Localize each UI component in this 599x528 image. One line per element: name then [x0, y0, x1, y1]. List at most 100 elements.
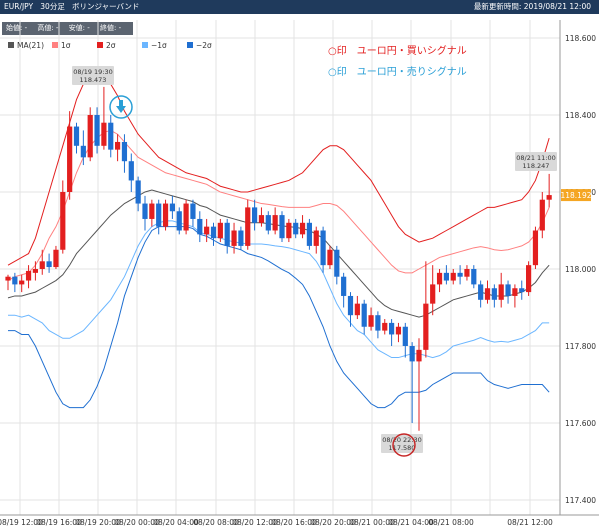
candle-up: [395, 326, 402, 335]
candle-up: [101, 122, 107, 146]
candle-up: [19, 280, 25, 285]
price-callout-text: 118.473: [80, 76, 107, 84]
candle-up: [430, 284, 436, 304]
candle-up: [5, 276, 11, 281]
candle-down: [505, 284, 511, 296]
candle-down: [176, 211, 182, 231]
legend-label[interactable]: −2σ: [196, 41, 212, 50]
candle-up: [162, 203, 169, 227]
candle-down: [347, 295, 354, 316]
candle-up: [450, 272, 456, 281]
price-callout-text: 08/19 19:30: [73, 68, 113, 76]
candle-up: [217, 222, 223, 239]
legend[interactable]: MA(21) 1σ 2σ −1σ −2σ: [8, 41, 212, 50]
candle-down: [334, 249, 340, 277]
candle-up: [512, 288, 518, 296]
y-tick-label: 117.400: [565, 496, 596, 505]
candle-up: [532, 230, 539, 266]
candle-up: [149, 203, 155, 219]
candle-down: [341, 276, 347, 296]
candle-up: [25, 270, 32, 281]
y-tick-label: 118.400: [565, 111, 596, 120]
candle-up: [272, 215, 278, 231]
candles: [5, 86, 552, 431]
candle-up: [39, 261, 45, 269]
candle-up: [60, 192, 66, 250]
legend-label[interactable]: −1σ: [151, 41, 167, 50]
candle-up: [436, 272, 443, 285]
y-tick-label: 117.600: [565, 419, 596, 428]
buy-signal-note: ○印 ユーロ円・買いシグナル: [328, 44, 467, 57]
legend-swatch[interactable]: [97, 42, 103, 48]
y-tick-label: 117.800: [565, 342, 596, 351]
candle-down: [224, 222, 230, 246]
candle-down: [190, 203, 196, 219]
candle-down: [128, 161, 134, 181]
candle-up: [484, 288, 491, 300]
legend-swatch[interactable]: [187, 42, 193, 48]
candle-up: [416, 349, 422, 362]
candle-down: [169, 203, 175, 212]
candlestick-chart: 117.400117.600117.800118.000118.200118.4…: [0, 20, 599, 527]
candle-down: [80, 145, 86, 158]
candle-up: [204, 226, 210, 235]
candle-up: [286, 222, 292, 239]
candle-down: [457, 272, 463, 277]
candle-down: [73, 126, 80, 146]
chart-grid: [0, 20, 560, 515]
legend-swatch[interactable]: [142, 42, 148, 48]
candle-up: [313, 230, 319, 246]
band-lower-2sigma: [8, 226, 550, 409]
candle-down: [238, 230, 244, 246]
candle-down: [265, 215, 271, 231]
candle-up: [464, 269, 470, 277]
price-callout-text: 118.247: [523, 162, 550, 170]
candle-down: [409, 346, 415, 362]
candle-down: [293, 222, 299, 235]
candle-up: [115, 141, 121, 150]
candle-down: [197, 218, 203, 235]
candle-down: [108, 122, 114, 150]
candle-down: [252, 207, 258, 223]
candle-down: [135, 180, 141, 204]
candle-up: [32, 269, 38, 273]
candle-down: [46, 261, 52, 268]
y-tick-label: 118.600: [565, 34, 596, 43]
candle-down: [402, 326, 408, 346]
candle-up: [526, 265, 532, 293]
candle-down: [12, 276, 18, 285]
candle-up: [53, 249, 59, 268]
candle-down: [279, 215, 285, 239]
price-callouts: 08/19 19:30118.473 08/21 11:00118.247 08/2…: [72, 66, 557, 457]
candle-up: [368, 315, 374, 327]
candle-down: [491, 288, 497, 300]
candle-down: [210, 226, 217, 239]
band-lower-1sigma: [8, 220, 550, 359]
legend-swatch[interactable]: [52, 42, 58, 48]
candle-up: [299, 222, 306, 235]
candle-up: [87, 115, 93, 158]
candle-up: [231, 230, 237, 246]
price-callout-text: 08/20 22:30: [382, 436, 422, 444]
candle-down: [361, 303, 367, 327]
legend-label[interactable]: 2σ: [106, 41, 116, 50]
y-tick-label: 118.000: [565, 265, 596, 274]
price-callout-text: 08/21 11:00: [516, 154, 556, 162]
candle-up: [245, 207, 251, 246]
x-tick-label: 08/21 12:00: [507, 518, 553, 527]
candle-up: [498, 284, 504, 300]
sell-signal-note: ○印 ユーロ円・売りシグナル: [328, 65, 467, 78]
candle-down: [306, 222, 312, 246]
candle-down: [389, 322, 395, 335]
last-price-label: 118.192: [560, 191, 591, 200]
candle-up: [546, 195, 552, 200]
legend-label[interactable]: 1σ: [61, 41, 71, 50]
chart-axes: 117.400117.600117.800118.000118.200118.4…: [0, 20, 599, 527]
candle-up: [539, 199, 545, 231]
candle-up: [423, 303, 429, 350]
legend-label[interactable]: MA(21): [17, 41, 44, 50]
candle-down: [142, 203, 148, 219]
legend-swatch[interactable]: [8, 42, 14, 48]
candle-down: [443, 272, 449, 281]
x-tick-label: 08/21 04:00: [388, 518, 434, 527]
